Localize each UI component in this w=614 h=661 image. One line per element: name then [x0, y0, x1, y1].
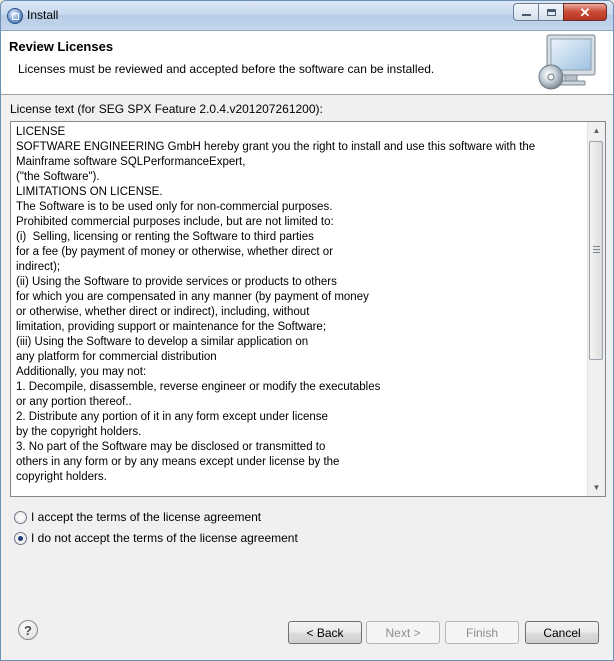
- monitor-cd-icon: [538, 34, 596, 90]
- minimize-button[interactable]: [513, 3, 539, 21]
- license-text-line: SOFTWARE ENGINEERING GmbH hereby grant y…: [16, 141, 536, 153]
- close-button[interactable]: ✕: [563, 3, 607, 21]
- license-text-line: indirect);: [16, 261, 61, 273]
- license-text-line: by the copyright holders.: [16, 426, 142, 438]
- maximize-icon: [546, 8, 556, 16]
- license-text: LICENSE SOFTWARE ENGINEERING GmbH hereby …: [16, 125, 586, 485]
- license-textarea[interactable]: LICENSE SOFTWARE ENGINEERING GmbH hereby …: [10, 121, 606, 497]
- license-text-line: LICENSE: [16, 126, 66, 138]
- decline-radio[interactable]: [14, 531, 27, 545]
- license-text-line: Mainframe software SQLPerformanceExpert,: [16, 156, 246, 168]
- back-button[interactable]: < Back: [288, 621, 362, 644]
- license-text-line: or otherwise, whether direct or indirect…: [16, 306, 310, 318]
- license-text-line: 3. No part of the Software may be disclo…: [16, 441, 326, 453]
- license-text-line: for which you are compensated in any man…: [16, 291, 369, 303]
- finish-button[interactable]: Finish: [445, 621, 519, 644]
- eclipse-app-icon: [7, 8, 23, 24]
- decline-label: I do not accept the terms of the license…: [31, 531, 298, 545]
- radio-selected-dot: [18, 535, 23, 541]
- license-text-line: (ii) Using the Software to provide servi…: [16, 276, 337, 288]
- license-text-line: Prohibited commercial purposes include, …: [16, 216, 334, 228]
- page-title: Review Licenses: [9, 39, 114, 54]
- license-text-line: (iii) Using the Software to develop a si…: [16, 336, 309, 348]
- accept-license-option[interactable]: I accept the terms of the license agreem…: [14, 510, 261, 524]
- decline-license-option[interactable]: I do not accept the terms of the license…: [14, 531, 298, 545]
- license-text-line: LIMITATIONS ON LICENSE.: [16, 186, 163, 198]
- license-text-line: 2. Distribute any portion of it in any f…: [16, 411, 328, 423]
- license-text-line: copyright holders.: [16, 471, 107, 483]
- wizard-header: Review Licenses Licenses must be reviewe…: [1, 31, 613, 95]
- license-text-line: others in any form or by any means excep…: [16, 456, 340, 468]
- license-text-line: or any portion thereof..: [16, 396, 132, 408]
- close-icon: ✕: [579, 4, 591, 20]
- license-text-line: ("the Software").: [16, 171, 100, 183]
- maximize-button[interactable]: [538, 3, 564, 21]
- license-text-line: (i) Selling, licensing or renting the So…: [16, 231, 314, 243]
- grip-icon: [593, 246, 600, 255]
- license-text-line: any platform for commercial distribution: [16, 351, 217, 363]
- scroll-up-arrow-icon[interactable]: ▲: [588, 122, 605, 139]
- scroll-down-arrow-icon[interactable]: ▼: [588, 479, 605, 496]
- minimize-icon: [521, 14, 531, 16]
- accept-label: I accept the terms of the license agreem…: [31, 510, 262, 524]
- install-dialog: Install ✕ Review Licenses Licenses must …: [0, 0, 614, 661]
- accept-radio[interactable]: [14, 510, 27, 524]
- title-bar[interactable]: Install ✕: [1, 1, 613, 31]
- license-text-line: limitation, providing support or mainten…: [16, 321, 327, 333]
- license-text-line: for a fee (by payment of money or otherw…: [16, 246, 334, 258]
- license-text-label: License text (for SEG SPX Feature 2.0.4.…: [10, 102, 323, 116]
- caption-buttons: ✕: [513, 3, 607, 23]
- license-scrollbar[interactable]: ▲ ▼: [587, 122, 605, 496]
- window-title: Install: [27, 8, 59, 22]
- license-text-line: Additionally, you may not:: [16, 366, 147, 378]
- help-icon[interactable]: ?: [18, 620, 38, 640]
- license-text-line: The Software is to be used only for non-…: [16, 201, 333, 213]
- page-description: Licenses must be reviewed and accepted b…: [18, 62, 435, 76]
- scroll-thumb[interactable]: [589, 141, 603, 360]
- next-button[interactable]: Next >: [366, 621, 440, 644]
- license-text-line: 1. Decompile, disassemble, reverse engin…: [16, 381, 381, 393]
- cancel-button[interactable]: Cancel: [525, 621, 599, 644]
